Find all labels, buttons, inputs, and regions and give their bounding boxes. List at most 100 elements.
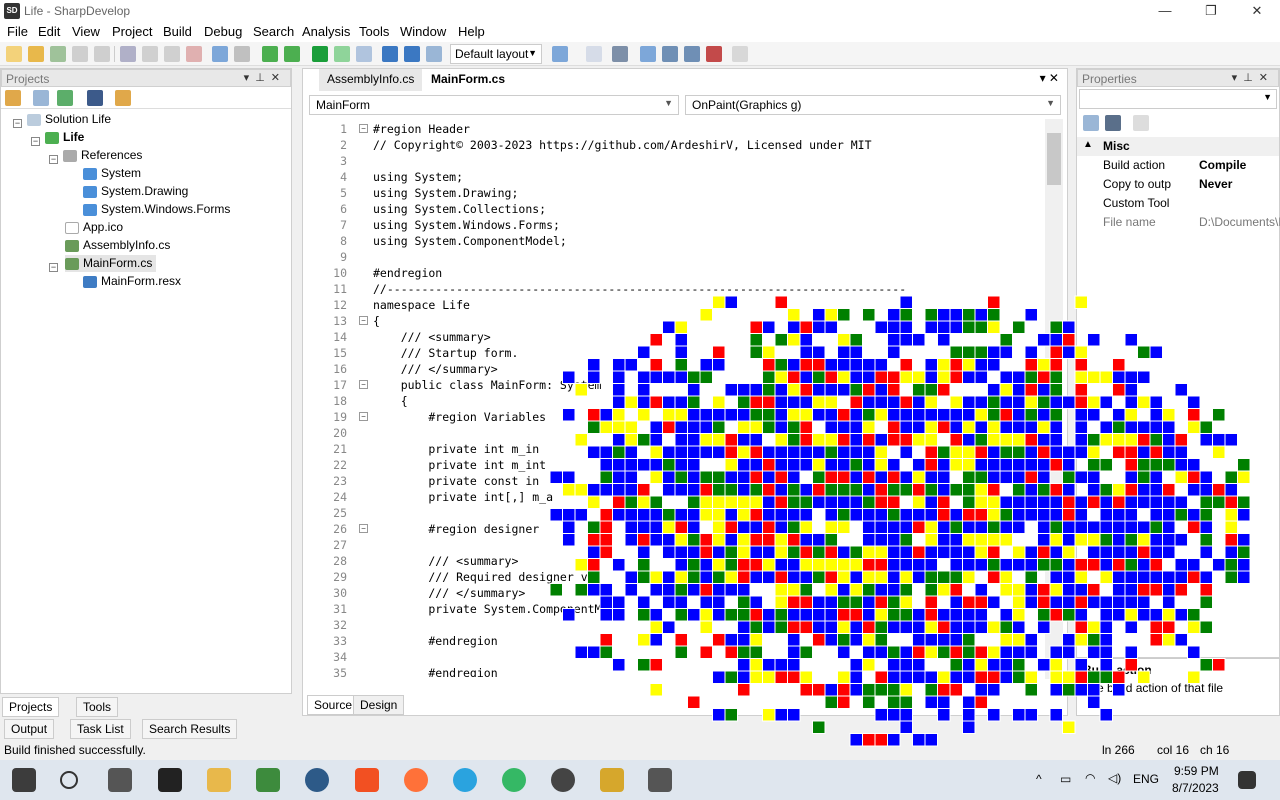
- code-line[interactable]: using System.Collections;: [373, 201, 546, 217]
- code-line[interactable]: #region designer: [373, 521, 539, 537]
- code-line[interactable]: // Copyright© 2003-2023 https://github.c…: [373, 137, 872, 153]
- tree-ref-system-windows-forms[interactable]: System.Windows.Forms: [83, 201, 230, 218]
- notifications-icon[interactable]: [1238, 771, 1256, 789]
- prop-copy-to-output[interactable]: Copy to outp Never: [1103, 175, 1232, 194]
- clock-time[interactable]: 9:59 PM: [1174, 764, 1219, 778]
- spreadsheet-icon[interactable]: [256, 768, 280, 792]
- indent-icon[interactable]: [612, 46, 628, 62]
- clock-date[interactable]: 8/7/2023: [1172, 781, 1219, 795]
- restore-button[interactable]: ❐: [1188, 0, 1234, 22]
- sharpdevelop-icon[interactable]: [648, 768, 672, 792]
- code-line[interactable]: using System.Windows.Forms;: [373, 217, 560, 233]
- properties-object-select[interactable]: ▼: [1079, 89, 1277, 109]
- code-line[interactable]: #endregion: [373, 265, 442, 281]
- menu-project[interactable]: Project: [112, 24, 152, 39]
- firefox-icon[interactable]: [404, 768, 428, 792]
- expander-references[interactable]: −: [49, 155, 58, 164]
- code-area[interactable]: 1− #region Header 2// Copyright© 2003-2023…: [303, 119, 1043, 677]
- code-line[interactable]: /// <summary>: [373, 329, 491, 345]
- brave-browser-icon[interactable]: [355, 768, 379, 792]
- code-line[interactable]: //--------------------------------------…: [373, 281, 906, 297]
- code-line[interactable]: {: [373, 313, 380, 329]
- tab-design[interactable]: Design: [353, 695, 405, 715]
- bookmark-icon[interactable]: [552, 46, 568, 62]
- code-line[interactable]: public class MainForm: System: [373, 377, 602, 393]
- tab-mainform[interactable]: MainForm.cs: [423, 69, 514, 91]
- minimize-button[interactable]: —: [1142, 0, 1188, 22]
- menu-window[interactable]: Window: [400, 24, 446, 39]
- window-icon[interactable]: [640, 46, 656, 62]
- refresh-icon[interactable]: [50, 46, 66, 62]
- fold-toggle-icon[interactable]: −: [359, 524, 368, 533]
- open-icon[interactable]: [28, 46, 44, 62]
- collapse-all-icon[interactable]: [87, 90, 103, 106]
- code-line[interactable]: using System.ComponentModel;: [373, 233, 567, 249]
- code-line[interactable]: namespace Life: [373, 297, 470, 313]
- battery-icon[interactable]: ▭: [1060, 772, 1071, 786]
- settings-gear-icon[interactable]: [551, 768, 575, 792]
- fold-toggle-icon[interactable]: −: [359, 412, 368, 421]
- menu-debug[interactable]: Debug: [204, 24, 242, 39]
- code-line[interactable]: #endregion: [373, 665, 497, 677]
- tree-ref-system[interactable]: System: [83, 165, 141, 182]
- fold-toggle-icon[interactable]: −: [359, 124, 368, 133]
- tree-assemblyinfo[interactable]: AssemblyInfo.cs: [65, 237, 170, 254]
- fold-toggle-icon[interactable]: −: [359, 316, 368, 325]
- code-line[interactable]: #region Variables: [373, 409, 546, 425]
- code-line[interactable]: /// Required designer v: [373, 569, 587, 585]
- code-line[interactable]: /// </summary>: [373, 585, 525, 601]
- sort-alpha-icon[interactable]: [1105, 115, 1121, 131]
- code-line[interactable]: #endregion: [373, 633, 497, 649]
- menu-analysis[interactable]: Analysis: [302, 24, 350, 39]
- undo-icon[interactable]: [212, 46, 228, 62]
- tree-mainform-resx[interactable]: MainForm.resx: [83, 273, 181, 290]
- fold-toggle-icon[interactable]: −: [359, 380, 368, 389]
- code-line[interactable]: using System.Drawing;: [373, 185, 518, 201]
- code-line[interactable]: {: [373, 393, 408, 409]
- code-line[interactable]: /// </summary>: [373, 361, 498, 377]
- input-language[interactable]: ENG: [1133, 772, 1159, 786]
- vertical-scrollbar[interactable]: [1045, 119, 1063, 679]
- code-line[interactable]: private int[,] m_a: [373, 489, 553, 505]
- tree-solution[interactable]: Solution Life: [27, 111, 111, 128]
- stop-icon[interactable]: [356, 46, 372, 62]
- messenger-icon[interactable]: [502, 768, 526, 792]
- step-over-icon[interactable]: [382, 46, 398, 62]
- menu-file[interactable]: File: [7, 24, 28, 39]
- expander-project[interactable]: −: [31, 137, 40, 146]
- show-all-files-icon[interactable]: [115, 90, 131, 106]
- menu-tools[interactable]: Tools: [359, 24, 389, 39]
- tab-output[interactable]: Output: [4, 719, 55, 739]
- print-icon[interactable]: [662, 46, 678, 62]
- code-line[interactable]: private System.ComponentMo: [373, 601, 608, 617]
- tab-search-results[interactable]: Search Results: [142, 719, 238, 739]
- search-icon[interactable]: [60, 771, 78, 789]
- menu-view[interactable]: View: [72, 24, 100, 39]
- tree-project-life[interactable]: Life: [45, 129, 84, 146]
- tab-task-list[interactable]: Task List: [70, 719, 131, 739]
- code-line[interactable]: /// Startup form.: [373, 345, 519, 361]
- step-into-icon[interactable]: [404, 46, 420, 62]
- cut-icon[interactable]: [120, 46, 136, 62]
- run-without-debug-icon[interactable]: [334, 46, 350, 62]
- git-icon[interactable]: [600, 768, 624, 792]
- close-document-icon[interactable]: ▾ ✕: [1040, 71, 1059, 85]
- menu-edit[interactable]: Edit: [38, 24, 60, 39]
- rebuild-icon[interactable]: [284, 46, 300, 62]
- pane-controls[interactable]: ▾⊥✕: [244, 71, 286, 84]
- code-line[interactable]: using System;: [373, 169, 463, 185]
- wifi-icon[interactable]: ◠: [1085, 771, 1095, 785]
- tab-tools[interactable]: Tools: [76, 697, 119, 717]
- print-preview-icon[interactable]: [684, 46, 700, 62]
- expander-mainform[interactable]: −: [49, 263, 58, 272]
- menu-build[interactable]: Build: [163, 24, 192, 39]
- prop-build-action[interactable]: Build action Compile: [1103, 156, 1246, 175]
- step-out-icon[interactable]: [426, 46, 442, 62]
- member-select[interactable]: OnPaint(Graphics g) ▼: [685, 95, 1061, 115]
- code-line[interactable]: private int m_int: [373, 457, 546, 473]
- category-row[interactable]: ▲ Misc: [1077, 137, 1279, 156]
- paste-icon[interactable]: [164, 46, 180, 62]
- volume-icon[interactable]: ◁): [1108, 771, 1121, 785]
- print-setup-icon[interactable]: [706, 46, 722, 62]
- code-line[interactable]: /// <summary>: [373, 553, 518, 569]
